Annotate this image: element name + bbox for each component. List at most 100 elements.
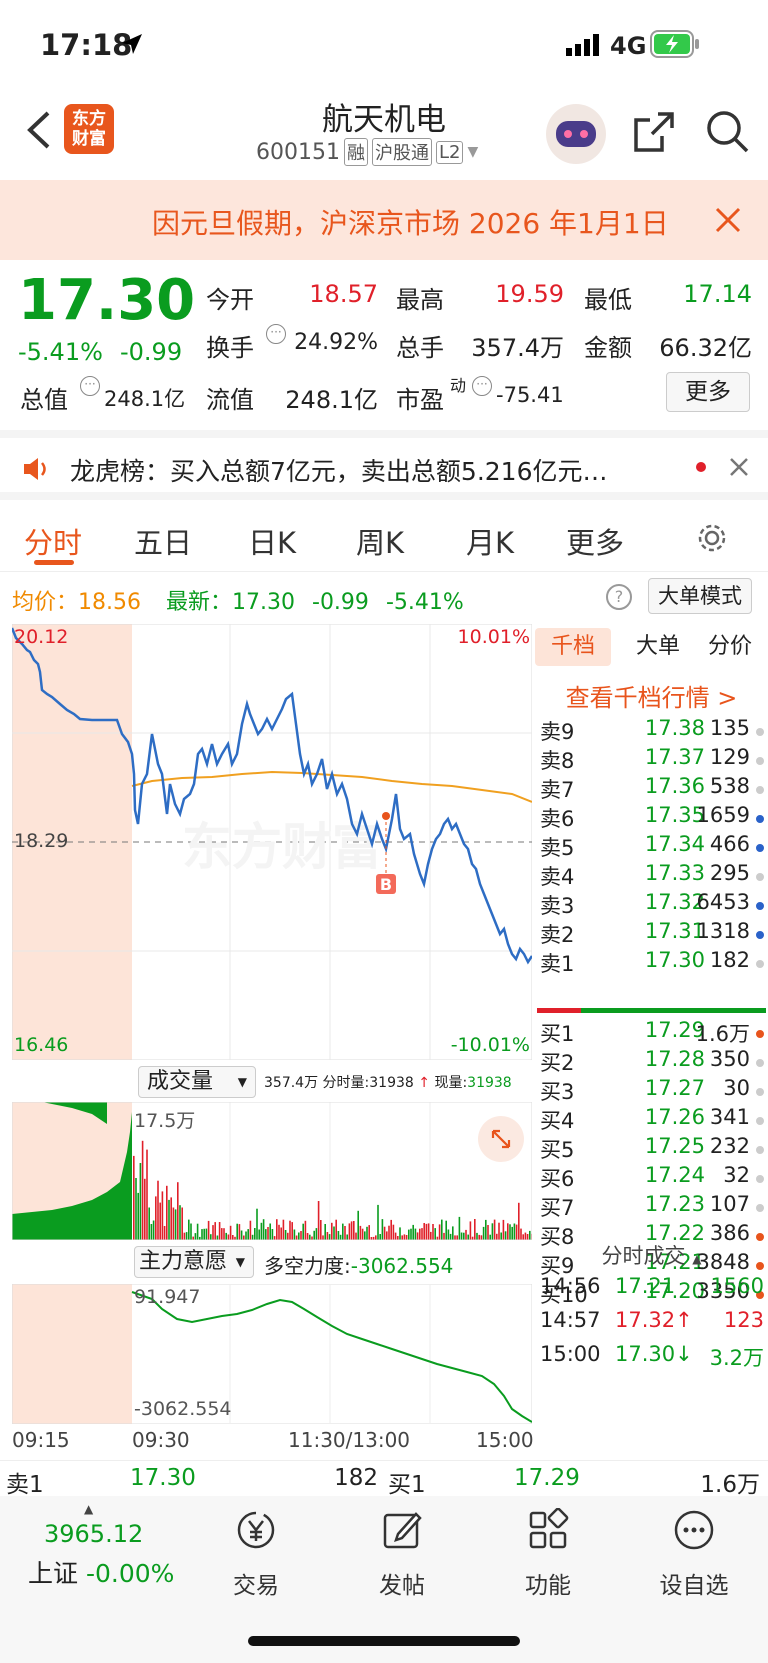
volume-bar <box>445 1220 447 1240</box>
volume-chart[interactable] <box>12 1102 532 1240</box>
tab-week-k[interactable]: 周K <box>356 520 404 562</box>
trade-row: 14:57 17.32↑ 123 <box>535 1308 768 1339</box>
time-axis-noon: 11:30/13:00 <box>288 1428 411 1452</box>
buy-row[interactable]: 买7 17.23 107 <box>535 1192 768 1223</box>
order-dot-icon <box>756 1030 764 1038</box>
intraday-chart-area: 东方财富 B 20.12 10.01% 18.29 16.46 -10.01% … <box>0 620 535 1460</box>
volume-bar <box>430 1231 432 1240</box>
sell-row[interactable]: 卖4 17.33 295 <box>535 861 768 892</box>
tab-large-orders[interactable]: 大单 <box>623 628 693 666</box>
trades-title[interactable]: 分时成交 ▲ <box>535 1240 768 1270</box>
tab-intraday[interactable]: 分时 <box>24 520 82 562</box>
sell-row[interactable]: 卖6 17.35 1659 <box>535 803 768 834</box>
info-icon[interactable]: ··· <box>266 324 286 344</box>
more-button[interactable]: 更多 <box>666 372 750 412</box>
volume-bar <box>511 1226 513 1240</box>
buy-row[interactable]: 买4 17.26 341 <box>535 1105 768 1136</box>
tab-level[interactable]: 千档 <box>535 628 611 666</box>
nav-functions[interactable]: 功能 <box>478 1496 618 1600</box>
price-chart[interactable]: 东方财富 B <box>12 624 532 1060</box>
nav-watchlist[interactable]: 设自选 <box>624 1496 764 1600</box>
signal-icon <box>566 34 599 56</box>
nav-post-label: 发帖 <box>379 1573 425 1599</box>
volume-bar <box>152 1220 155 1240</box>
sell-row[interactable]: 卖2 17.31 1318 <box>535 919 768 950</box>
buy-row[interactable]: 买1 17.29 1.6万 <box>535 1018 768 1049</box>
volume-bar <box>390 1219 392 1240</box>
nav-post[interactable]: 发帖 <box>332 1496 472 1600</box>
full-depth-link[interactable]: 查看千档行情 > <box>535 678 768 713</box>
volume-value: 357.4万 <box>471 334 564 362</box>
sell-row[interactable]: 卖1 17.30 182 <box>535 948 768 979</box>
volume-bar <box>412 1224 414 1240</box>
dropdown-icon: ▼ <box>235 1255 245 1269</box>
nav-trade[interactable]: 交易 <box>186 1496 326 1600</box>
intent-chart[interactable] <box>12 1284 532 1424</box>
info-icon[interactable]: ··· <box>80 376 100 396</box>
trade-price-wrap: 17.32↑ <box>615 1308 693 1332</box>
expand-button[interactable] <box>478 1116 524 1162</box>
holiday-banner[interactable]: 因元旦假期，沪深京市场 2026 年1月1日 <box>0 180 768 260</box>
buy-row[interactable]: 买3 17.27 30 <box>535 1076 768 1107</box>
volume-bar <box>313 1230 315 1240</box>
tab-month-k[interactable]: 月K <box>466 520 514 562</box>
volume-bar <box>350 1221 353 1240</box>
volume-bar <box>306 1233 309 1240</box>
tab-more[interactable]: 更多 <box>566 520 624 562</box>
large-order-mode-button[interactable]: 大单模式 <box>648 578 752 614</box>
robot-avatar[interactable] <box>546 104 606 164</box>
tab-day-k[interactable]: 日K <box>248 520 296 562</box>
buy-price: 17.27 <box>644 1076 705 1100</box>
price-max-label: 20.12 <box>14 626 69 648</box>
dragon-tiger-notice[interactable]: 龙虎榜：买入总额7亿元，卖出总额5.216亿元… <box>0 430 768 500</box>
volume-bar <box>170 1197 172 1240</box>
trade-price-wrap: 17.30↓ <box>615 1342 693 1366</box>
close-icon[interactable] <box>714 206 742 234</box>
volume-bar <box>487 1225 489 1240</box>
volume-bar <box>344 1226 346 1240</box>
trade-price: 17.21 <box>615 1274 676 1298</box>
volume-bar <box>185 1232 188 1240</box>
volume-bar <box>324 1224 326 1240</box>
volume-indicator-select[interactable]: 成交量 ▼ <box>138 1066 256 1098</box>
volume-bar <box>463 1232 465 1240</box>
index-widget[interactable]: ▲ 3965.12 上证 -0.00% <box>0 1496 174 1606</box>
sell-volume: 1318 <box>696 919 750 943</box>
tab-price-distribution[interactable]: 分价 <box>695 628 765 666</box>
sell-row[interactable]: 卖5 17.34 466 <box>535 832 768 863</box>
volume-bar <box>227 1234 230 1240</box>
buy-row[interactable]: 买2 17.28 350 <box>535 1047 768 1078</box>
order-dot-icon <box>756 1117 764 1125</box>
volume-bar <box>320 1220 322 1240</box>
volume-bar <box>520 1228 522 1240</box>
help-icon[interactable]: ? <box>606 584 632 610</box>
sell-row[interactable]: 卖3 17.32 6453 <box>535 890 768 921</box>
volume-bar <box>474 1219 476 1240</box>
depth-bar <box>537 1008 766 1013</box>
sell-label: 卖7 <box>540 778 575 802</box>
more-dots-icon <box>674 1510 714 1550</box>
sell-row[interactable]: 卖7 17.36 538 <box>535 774 768 805</box>
info-icon[interactable]: ··· <box>472 376 492 396</box>
gear-icon[interactable] <box>694 520 730 556</box>
intent-indicator-select[interactable]: 主力意愿 ▼ <box>134 1246 254 1278</box>
sell-row[interactable]: 卖9 17.38 135 <box>535 716 768 747</box>
sell-row[interactable]: 卖8 17.37 129 <box>535 745 768 776</box>
stock-code-row[interactable]: 600151 融 沪股通 L2 ▼ <box>256 138 478 166</box>
buy-row[interactable]: 买5 17.25 232 <box>535 1134 768 1165</box>
avg-label: 均价： <box>12 590 79 615</box>
volume-bar <box>368 1225 370 1240</box>
buy-row[interactable]: 买6 17.24 32 <box>535 1163 768 1194</box>
status-time: 17:18 <box>40 28 133 62</box>
quote-panel: 17.30 -5.41% -0.99 今开 18.57 最高 19.59 最低 … <box>0 262 768 428</box>
volume-bar <box>159 1202 161 1240</box>
volume-minute-value: 31938 <box>369 1075 414 1091</box>
tab-5day[interactable]: 五日 <box>134 520 192 562</box>
volume-bar <box>480 1235 483 1240</box>
volume-bar <box>210 1234 212 1240</box>
intent-info: 多空力度:-3062.554 <box>264 1250 453 1279</box>
close-icon[interactable] <box>728 456 750 478</box>
share-icon[interactable] <box>632 110 676 154</box>
search-icon[interactable] <box>704 108 750 154</box>
price-info-bar: 均价：18.56 最新：17.30 -0.99 -5.41% ? 大单模式 <box>0 574 768 618</box>
